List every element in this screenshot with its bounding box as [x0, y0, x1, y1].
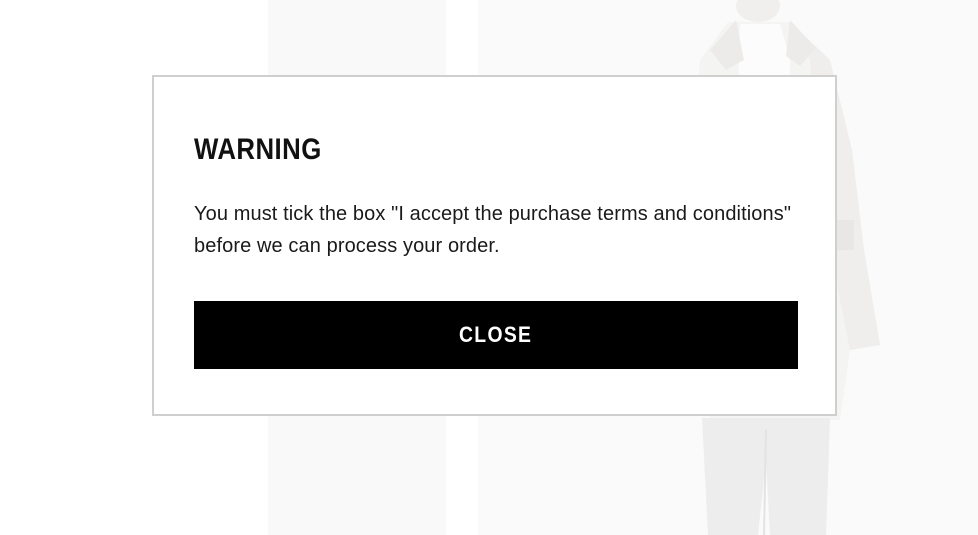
warning-dialog: WARNING You must tick the box "I accept … — [152, 75, 837, 416]
close-button[interactable]: CLOSE — [194, 301, 798, 369]
dialog-message: You must tick the box "I accept the purc… — [194, 203, 792, 257]
close-button-label: CLOSE — [459, 322, 533, 347]
dialog-title: WARNING — [194, 133, 322, 166]
